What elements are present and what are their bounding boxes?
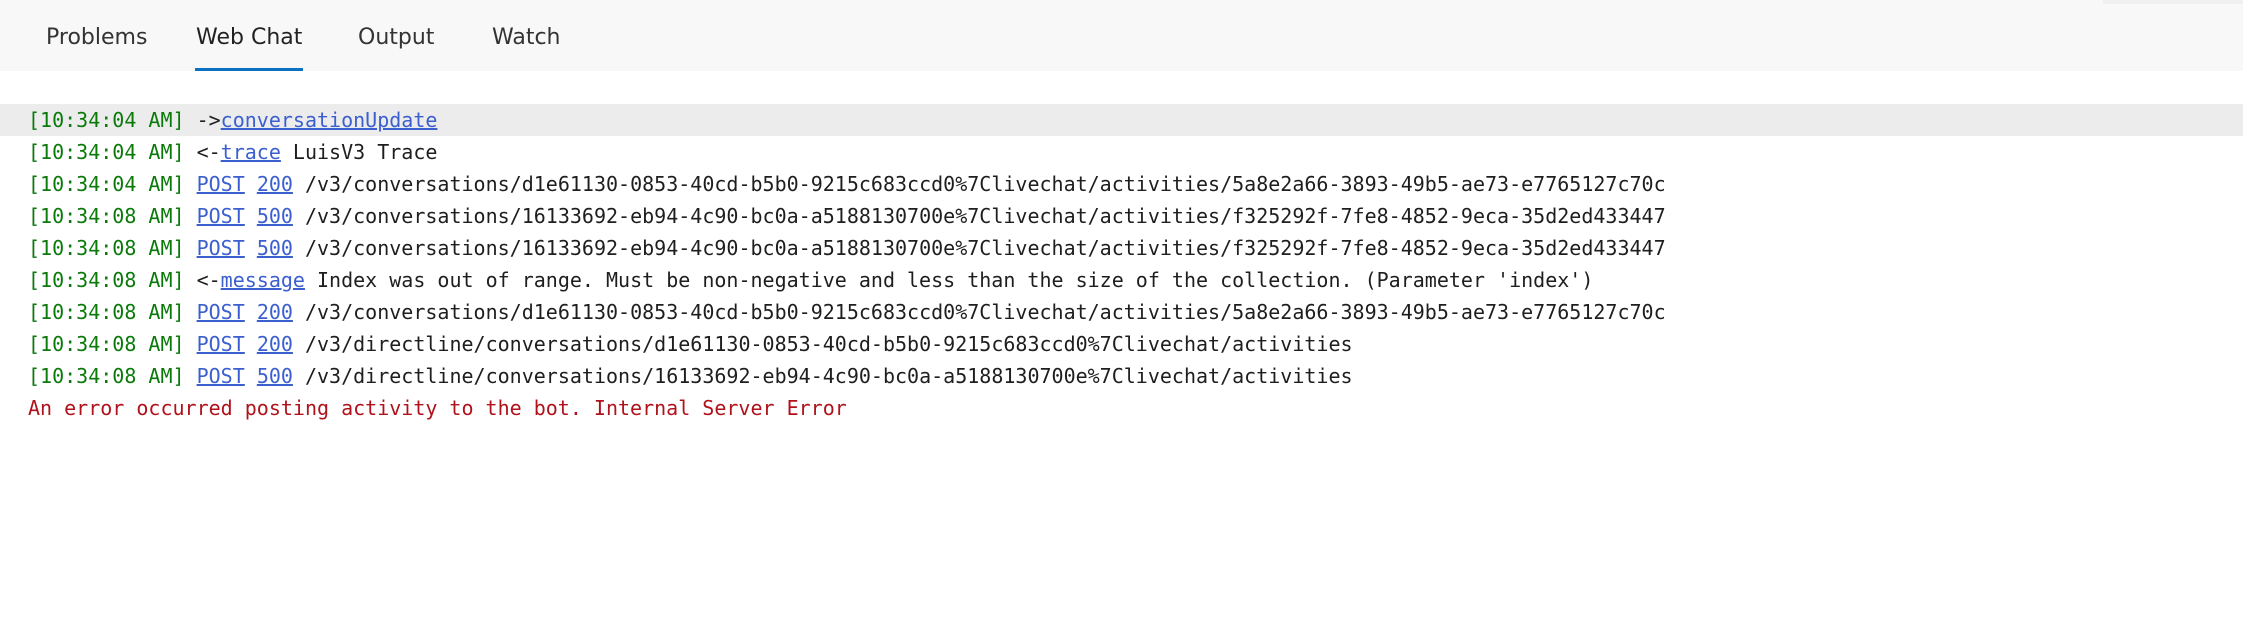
request-path: /v3/conversations/d1e61130-0853-40cd-b5b… bbox=[292, 172, 1666, 196]
activity-link[interactable]: message bbox=[221, 268, 305, 292]
tab-watch[interactable]: Watch bbox=[492, 0, 561, 71]
log-row[interactable]: [10:34:08 AM] POST 200 /v3/conversations… bbox=[0, 296, 2243, 328]
log-row[interactable]: [10:34:08 AM] POST 500 /v3/conversations… bbox=[0, 232, 2243, 264]
log-row[interactable]: [10:34:08 AM] <-message Index was out of… bbox=[0, 264, 2243, 296]
log-text: LuisV3 Trace bbox=[280, 140, 438, 164]
request-path: /v3/conversations/d1e61130-0853-40cd-b5b… bbox=[292, 300, 1666, 324]
response-status-link[interactable]: 500 bbox=[257, 204, 293, 228]
panel-tab-bar: Problems Web Chat Output Watch bbox=[0, 0, 2243, 71]
request-method-link[interactable]: POST bbox=[197, 332, 245, 356]
request-method-link[interactable]: POST bbox=[197, 204, 245, 228]
log-timestamp: [10:34:08 AM] bbox=[28, 204, 185, 228]
response-status-link[interactable]: 500 bbox=[257, 236, 293, 260]
request-path: /v3/directline/conversations/16133692-eb… bbox=[292, 364, 1353, 388]
web-chat-log: [10:34:04 AM] ->conversationUpdate [10:3… bbox=[0, 104, 2243, 424]
log-row[interactable]: [10:34:08 AM] POST 500 /v3/directline/co… bbox=[0, 360, 2243, 392]
request-method-link[interactable]: POST bbox=[197, 236, 245, 260]
log-timestamp: [10:34:04 AM] bbox=[28, 172, 185, 196]
response-status-link[interactable]: 500 bbox=[257, 364, 293, 388]
request-path: /v3/directline/conversations/d1e61130-08… bbox=[292, 332, 1353, 356]
log-text: Index was out of range. Must be non-nega… bbox=[304, 268, 1594, 292]
response-status-link[interactable]: 200 bbox=[257, 172, 293, 196]
activity-link[interactable]: conversationUpdate bbox=[221, 108, 438, 132]
log-row[interactable]: [10:34:08 AM] POST 200 /v3/directline/co… bbox=[0, 328, 2243, 360]
tab-problems[interactable]: Problems bbox=[46, 0, 147, 71]
request-method-link[interactable]: POST bbox=[197, 300, 245, 324]
log-direction: -> bbox=[184, 108, 221, 132]
panel-corner-strip bbox=[2103, 0, 2243, 4]
log-row[interactable]: [10:34:04 AM] POST 200 /v3/conversations… bbox=[0, 168, 2243, 200]
response-status-link[interactable]: 200 bbox=[257, 300, 293, 324]
log-timestamp: [10:34:08 AM] bbox=[28, 236, 185, 260]
error-message: An error occurred posting activity to th… bbox=[28, 396, 847, 420]
tab-web-chat[interactable]: Web Chat bbox=[194, 0, 304, 71]
request-method-link[interactable]: POST bbox=[197, 172, 245, 196]
log-timestamp: [10:34:08 AM] bbox=[28, 300, 185, 324]
activity-link[interactable]: trace bbox=[221, 140, 281, 164]
log-direction: <- bbox=[184, 140, 221, 164]
log-direction: <- bbox=[184, 268, 221, 292]
log-timestamp: [10:34:04 AM] bbox=[28, 140, 185, 164]
request-path: /v3/conversations/16133692-eb94-4c90-bc0… bbox=[292, 236, 1666, 260]
log-row[interactable]: [10:34:08 AM] POST 500 /v3/conversations… bbox=[0, 200, 2243, 232]
log-timestamp: [10:34:08 AM] bbox=[28, 332, 185, 356]
log-timestamp: [10:34:04 AM] bbox=[28, 108, 185, 132]
request-method-link[interactable]: POST bbox=[197, 364, 245, 388]
log-timestamp: [10:34:08 AM] bbox=[28, 364, 185, 388]
log-timestamp: [10:34:08 AM] bbox=[28, 268, 185, 292]
request-path: /v3/conversations/16133692-eb94-4c90-bc0… bbox=[292, 204, 1666, 228]
response-status-link[interactable]: 200 bbox=[257, 332, 293, 356]
log-row[interactable]: [10:34:04 AM] ->conversationUpdate bbox=[0, 104, 2243, 136]
tab-output[interactable]: Output bbox=[358, 0, 434, 71]
log-row[interactable]: [10:34:04 AM] <-trace LuisV3 Trace bbox=[0, 136, 2243, 168]
